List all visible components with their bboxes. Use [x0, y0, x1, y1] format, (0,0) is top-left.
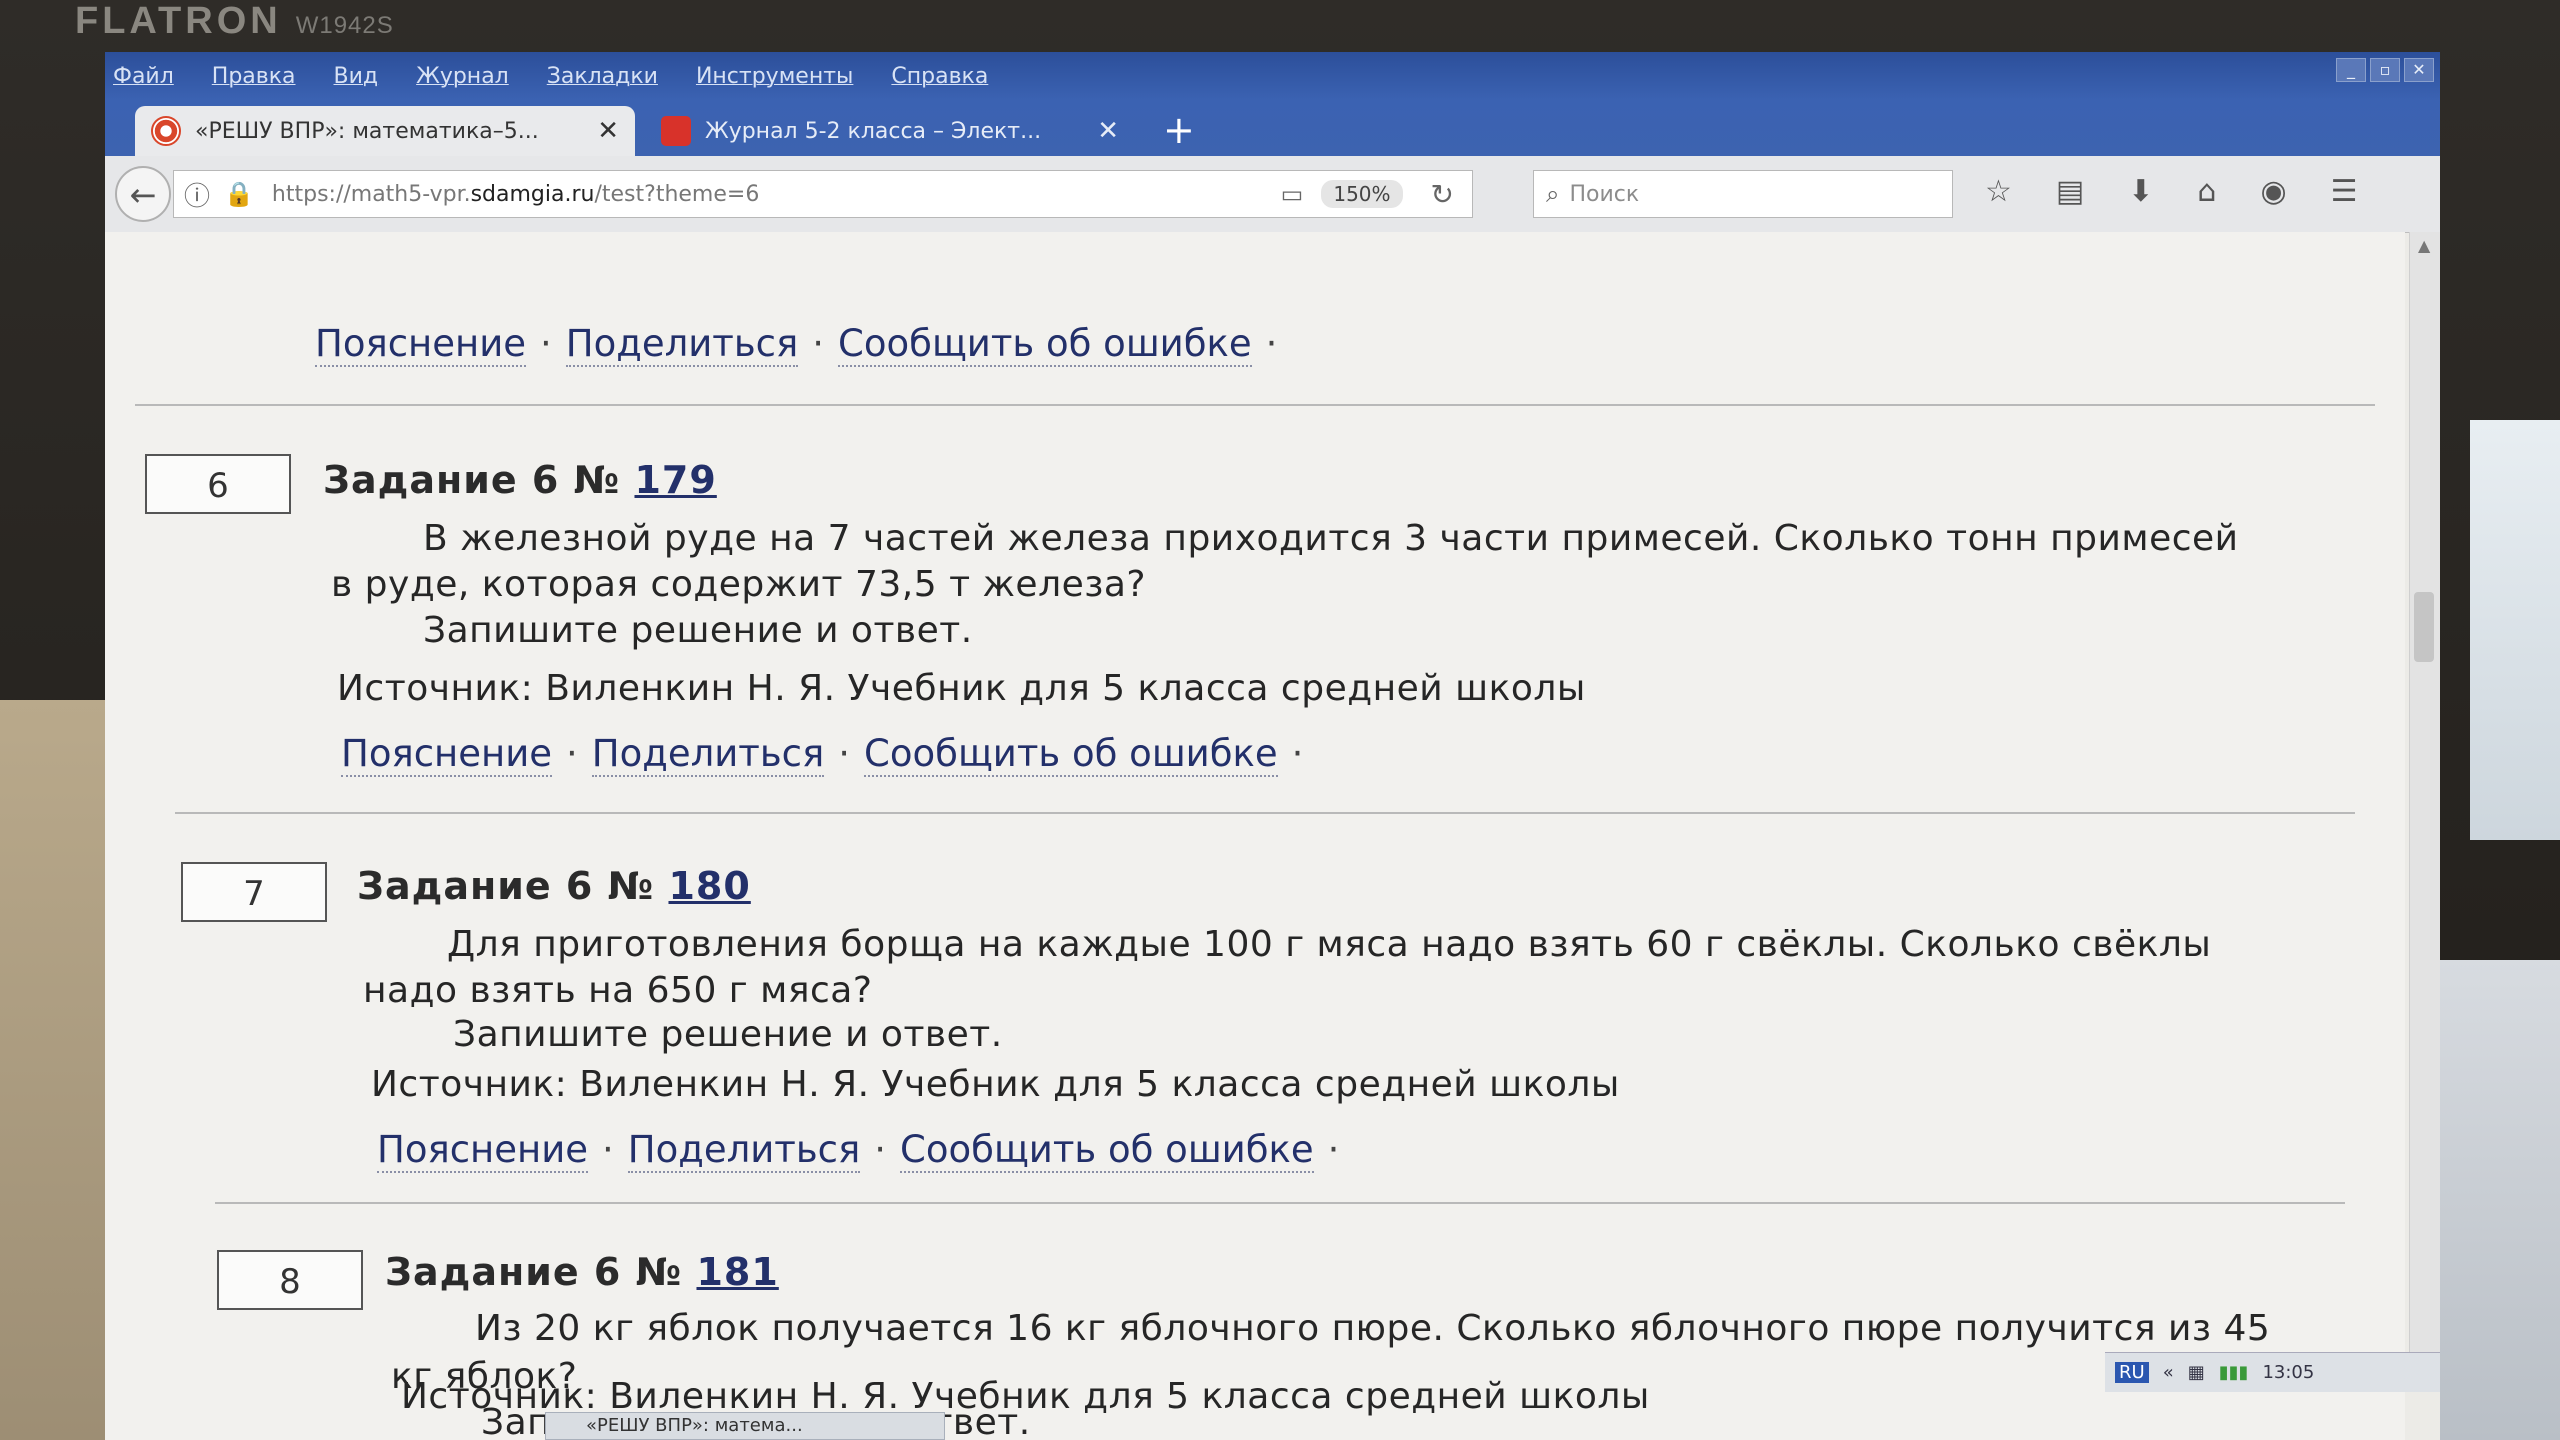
clock[interactable]: 13:05: [2262, 1362, 2314, 1383]
tab-close-icon[interactable]: ✕: [1097, 116, 1119, 146]
divider: [175, 812, 2355, 814]
search-placeholder: Поиск: [1569, 181, 1640, 207]
report-error-link[interactable]: Сообщить об ошибке: [900, 1128, 1314, 1173]
home-icon[interactable]: ⌂: [2197, 174, 2216, 209]
search-icon: ⌕: [1546, 180, 1560, 208]
tab-close-icon[interactable]: ✕: [597, 116, 619, 146]
menu-history[interactable]: Журнал: [416, 64, 509, 89]
share-link[interactable]: Поделиться: [627, 1128, 861, 1173]
menu-bar: Файл Правка Вид Журнал Закладки Инструме…: [105, 52, 2440, 100]
task-text: надо взять на 650 г мяса?: [363, 970, 873, 1011]
site-favicon-icon: [151, 116, 181, 146]
reload-icon[interactable]: ↻: [1431, 178, 1454, 211]
explain-link[interactable]: Пояснение: [377, 1128, 589, 1173]
reader-view-icon[interactable]: ▭: [1281, 180, 1304, 208]
report-error-link[interactable]: Сообщить об ошибке: [838, 322, 1252, 367]
task-text: Для приготовления борща на каждые 100 г …: [447, 924, 2212, 965]
address-bar[interactable]: ⓘ 🔒 https://math5-vpr.sdamgia.ru/test?th…: [173, 170, 1473, 218]
task-source: Источник: Виленкин Н. Я. Учебник для 5 к…: [371, 1064, 1620, 1105]
explain-link[interactable]: Пояснение: [341, 732, 553, 777]
info-icon[interactable]: ⓘ: [184, 176, 210, 213]
menu-bookmarks[interactable]: Закладки: [547, 64, 658, 89]
task-links: Пояснение · Поделиться · Сообщить об ошибке ·: [341, 732, 1304, 777]
task-number: 8: [217, 1250, 363, 1310]
menu-view[interactable]: Вид: [334, 64, 379, 89]
search-input[interactable]: ⌕ Поиск: [1533, 170, 1953, 218]
page-content: Пояснение · Поделиться · Сообщить об ошибке ·…: [105, 232, 2405, 1440]
network-icon: ▦: [2187, 1362, 2205, 1383]
lock-icon: 🔒: [224, 180, 254, 208]
explain-link[interactable]: Пояснение: [315, 322, 527, 367]
task-text: Из 20 кг яблок получается 16 кг яблочног…: [475, 1308, 2271, 1349]
task-id-link[interactable]: 179: [634, 458, 716, 502]
window-controls: _ ▫ ✕: [2336, 58, 2434, 82]
journal-favicon-icon: [661, 116, 691, 146]
task-text: в руде, которая содержит 73,5 т железа?: [331, 564, 1147, 605]
navigation-bar: ← ⓘ 🔒 https://math5-vpr.sdamgia.ru/test?…: [105, 156, 2440, 233]
task-title: Задание 6 № 180: [357, 864, 751, 908]
scrollbar-thumb[interactable]: [2414, 592, 2434, 662]
background-window: [2470, 420, 2560, 840]
new-tab-icon[interactable]: +: [1163, 108, 1195, 152]
task-number: 6: [145, 454, 291, 514]
tab-label: Журнал 5-2 класса – Элект...: [705, 118, 1042, 144]
task-number: 7: [181, 862, 327, 922]
hamburger-menu-icon[interactable]: ☰: [2331, 174, 2358, 209]
tab-label: «РЕШУ ВПР»: математика–5...: [195, 118, 539, 144]
tab-bar: «РЕШУ ВПР»: математика–5... ✕ Журнал 5-2…: [105, 100, 2440, 156]
share-link[interactable]: Поделиться: [591, 732, 825, 777]
bookmark-star-icon[interactable]: ☆: [1985, 174, 2012, 209]
task-source: Источник: Виленкин Н. Я. Учебник для 5 к…: [337, 668, 1586, 709]
tab-journal[interactable]: Журнал 5-2 класса – Элект... ✕: [645, 106, 1135, 156]
bookmarks-list-icon[interactable]: ▤: [2056, 174, 2084, 209]
task-source: Источник: Виленкин Н. Я. Учебник для 5 к…: [401, 1376, 1650, 1417]
share-link[interactable]: Поделиться: [565, 322, 799, 367]
task-title: Задание 6 № 181: [385, 1250, 779, 1294]
menu-tools[interactable]: Инструменты: [696, 64, 853, 89]
task-links: Пояснение · Поделиться · Сообщить об ошибке ·: [377, 1128, 1340, 1173]
pocket-icon[interactable]: ◉: [2260, 174, 2286, 209]
download-icon[interactable]: ⬇: [2128, 174, 2153, 209]
task-text: В железной руде на 7 частей железа прихо…: [423, 518, 2239, 559]
tab-reshu-vpr[interactable]: «РЕШУ ВПР»: математика–5... ✕: [135, 106, 635, 156]
background-desk: [0, 700, 110, 1440]
signal-icon: ▮▮▮: [2218, 1362, 2249, 1383]
system-tray: RU « ▦ ▮▮▮ 13:05: [2105, 1352, 2440, 1392]
tray-expand-icon[interactable]: «: [2163, 1362, 2174, 1383]
toolbar-icons: ☆ ▤ ⬇ ⌂ ◉ ☰: [1985, 174, 2358, 209]
background-object: [2420, 960, 2560, 1440]
task-instruction: Запишите решение и ответ.: [423, 610, 973, 651]
minimize-button[interactable]: _: [2336, 58, 2366, 82]
task-id-link[interactable]: 180: [668, 864, 750, 908]
menu-help[interactable]: Справка: [891, 64, 988, 89]
monitor-brand: FLATRON W1942S: [75, 0, 394, 42]
url-text[interactable]: https://math5-vpr.sdamgia.ru/test?theme=…: [272, 182, 1281, 207]
language-indicator[interactable]: RU: [2115, 1362, 2149, 1383]
scroll-up-icon[interactable]: ▲: [2418, 236, 2430, 255]
divider: [215, 1202, 2345, 1204]
menu-edit[interactable]: Правка: [212, 64, 296, 89]
back-arrow-icon[interactable]: ←: [115, 166, 171, 222]
close-window-button[interactable]: ✕: [2404, 58, 2434, 82]
task-instruction: Запишите решение и ответ.: [453, 1014, 1003, 1055]
task-links-prev: Пояснение · Поделиться · Сообщить об ошибке ·: [315, 322, 1278, 367]
vertical-scrollbar[interactable]: ▲: [2409, 232, 2440, 1382]
browser-screen: Файл Правка Вид Журнал Закладки Инструме…: [105, 52, 2440, 1440]
report-error-link[interactable]: Сообщить об ошибке: [864, 732, 1278, 777]
maximize-button[interactable]: ▫: [2370, 58, 2400, 82]
menu-file[interactable]: Файл: [113, 64, 174, 89]
task-id-link[interactable]: 181: [696, 1250, 778, 1294]
zoom-level[interactable]: 150%: [1321, 180, 1403, 208]
task-title: Задание 6 № 179: [323, 458, 717, 502]
divider: [135, 404, 2375, 406]
